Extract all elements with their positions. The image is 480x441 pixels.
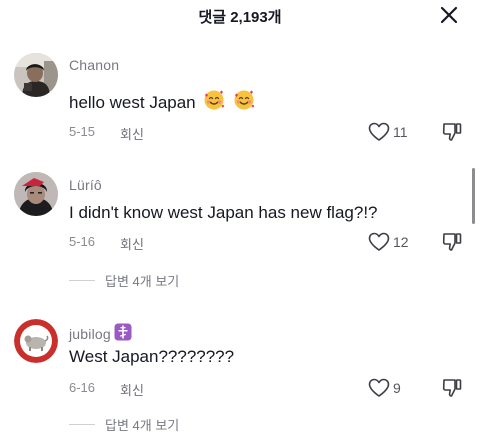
like-button[interactable]: 11 — [368, 121, 408, 143]
like-count: 9 — [393, 380, 401, 396]
comments-count-title: 댓글 2,193개 — [198, 9, 282, 26]
comment-username: jubilog — [69, 323, 132, 344]
view-replies-button[interactable]: 답변 4개 보기 — [69, 415, 179, 433]
comment-text-content: hello west Japan — [69, 93, 196, 112]
comments-header: 댓글 2,193개 — [0, 0, 480, 36]
comment-text: West Japan???????? — [69, 347, 235, 366]
like-button[interactable]: 9 — [368, 377, 401, 399]
comment-text: hello west Japan — [69, 89, 255, 116]
replies-divider-line — [69, 279, 95, 281]
replies-divider-line — [69, 423, 95, 425]
thumbs-down-icon — [442, 123, 462, 141]
comment-username-text[interactable]: jubilog — [69, 326, 111, 342]
dislike-button[interactable] — [441, 377, 463, 399]
avatar[interactable] — [14, 172, 58, 216]
heart-icon — [368, 122, 390, 141]
orthodox-cross-icon — [114, 323, 132, 344]
like-count: 12 — [393, 234, 409, 250]
close-icon — [440, 6, 458, 24]
comment-username[interactable]: Chanon — [69, 57, 119, 73]
view-replies-button[interactable]: 답변 4개 보기 — [69, 271, 179, 289]
heart-icon — [368, 378, 390, 397]
avatar[interactable] — [14, 319, 58, 363]
dislike-button[interactable] — [441, 231, 463, 253]
thumbs-down-icon — [442, 379, 462, 397]
comment-username[interactable]: Lüríô — [69, 177, 102, 193]
reply-button[interactable]: 회신 — [120, 380, 144, 399]
like-button[interactable]: 12 — [368, 231, 409, 253]
view-replies-label: 답변 4개 보기 — [105, 417, 180, 433]
dislike-button[interactable] — [441, 121, 463, 143]
reply-button[interactable]: 회신 — [120, 124, 144, 143]
comment-text: I didn't know west Japan has new flag?!? — [69, 203, 378, 222]
thumbs-down-icon — [442, 233, 462, 251]
close-button[interactable] — [436, 2, 462, 28]
like-count: 11 — [393, 124, 408, 140]
reply-button[interactable]: 회신 — [120, 234, 144, 253]
view-replies-label: 답변 4개 보기 — [105, 273, 180, 289]
smiling-face-with-hearts-icon — [203, 89, 225, 116]
smiling-face-with-hearts-icon — [233, 89, 255, 116]
heart-icon — [368, 232, 390, 251]
comment-date: 6-16 — [69, 380, 96, 395]
scrollbar[interactable] — [472, 168, 475, 224]
avatar[interactable] — [14, 53, 58, 97]
comment-date: 5-16 — [69, 234, 96, 249]
comment-date: 5-15 — [69, 124, 96, 139]
